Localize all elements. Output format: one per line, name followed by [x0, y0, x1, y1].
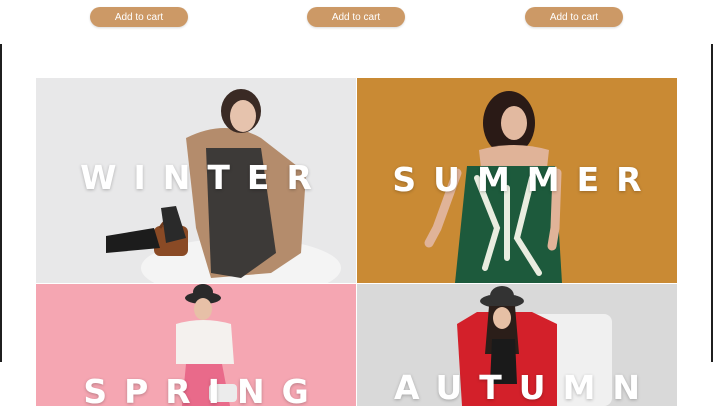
category-tile-autumn[interactable]: AUTUMN — [357, 284, 677, 406]
season-category-grid: WINTER SUMMER SPRING AUTUMN — [36, 78, 677, 406]
add-to-cart-button-1[interactable]: Add to cart — [90, 7, 188, 27]
category-tile-winter[interactable]: WINTER — [36, 78, 356, 283]
add-to-cart-button-3[interactable]: Add to cart — [525, 7, 623, 27]
add-to-cart-button-2[interactable]: Add to cart — [307, 7, 405, 27]
category-title-spring: SPRING — [83, 372, 326, 406]
category-title-winter: WINTER — [80, 158, 329, 197]
category-title-summer: SUMMER — [392, 160, 659, 199]
product-row-footer: Add to cart Add to cart Add to cart — [0, 0, 713, 40]
left-edge-line — [0, 44, 2, 362]
category-tile-summer[interactable]: SUMMER — [357, 78, 677, 283]
category-title-autumn: AUTUMN — [393, 368, 658, 406]
category-tile-spring[interactable]: SPRING — [36, 284, 356, 406]
